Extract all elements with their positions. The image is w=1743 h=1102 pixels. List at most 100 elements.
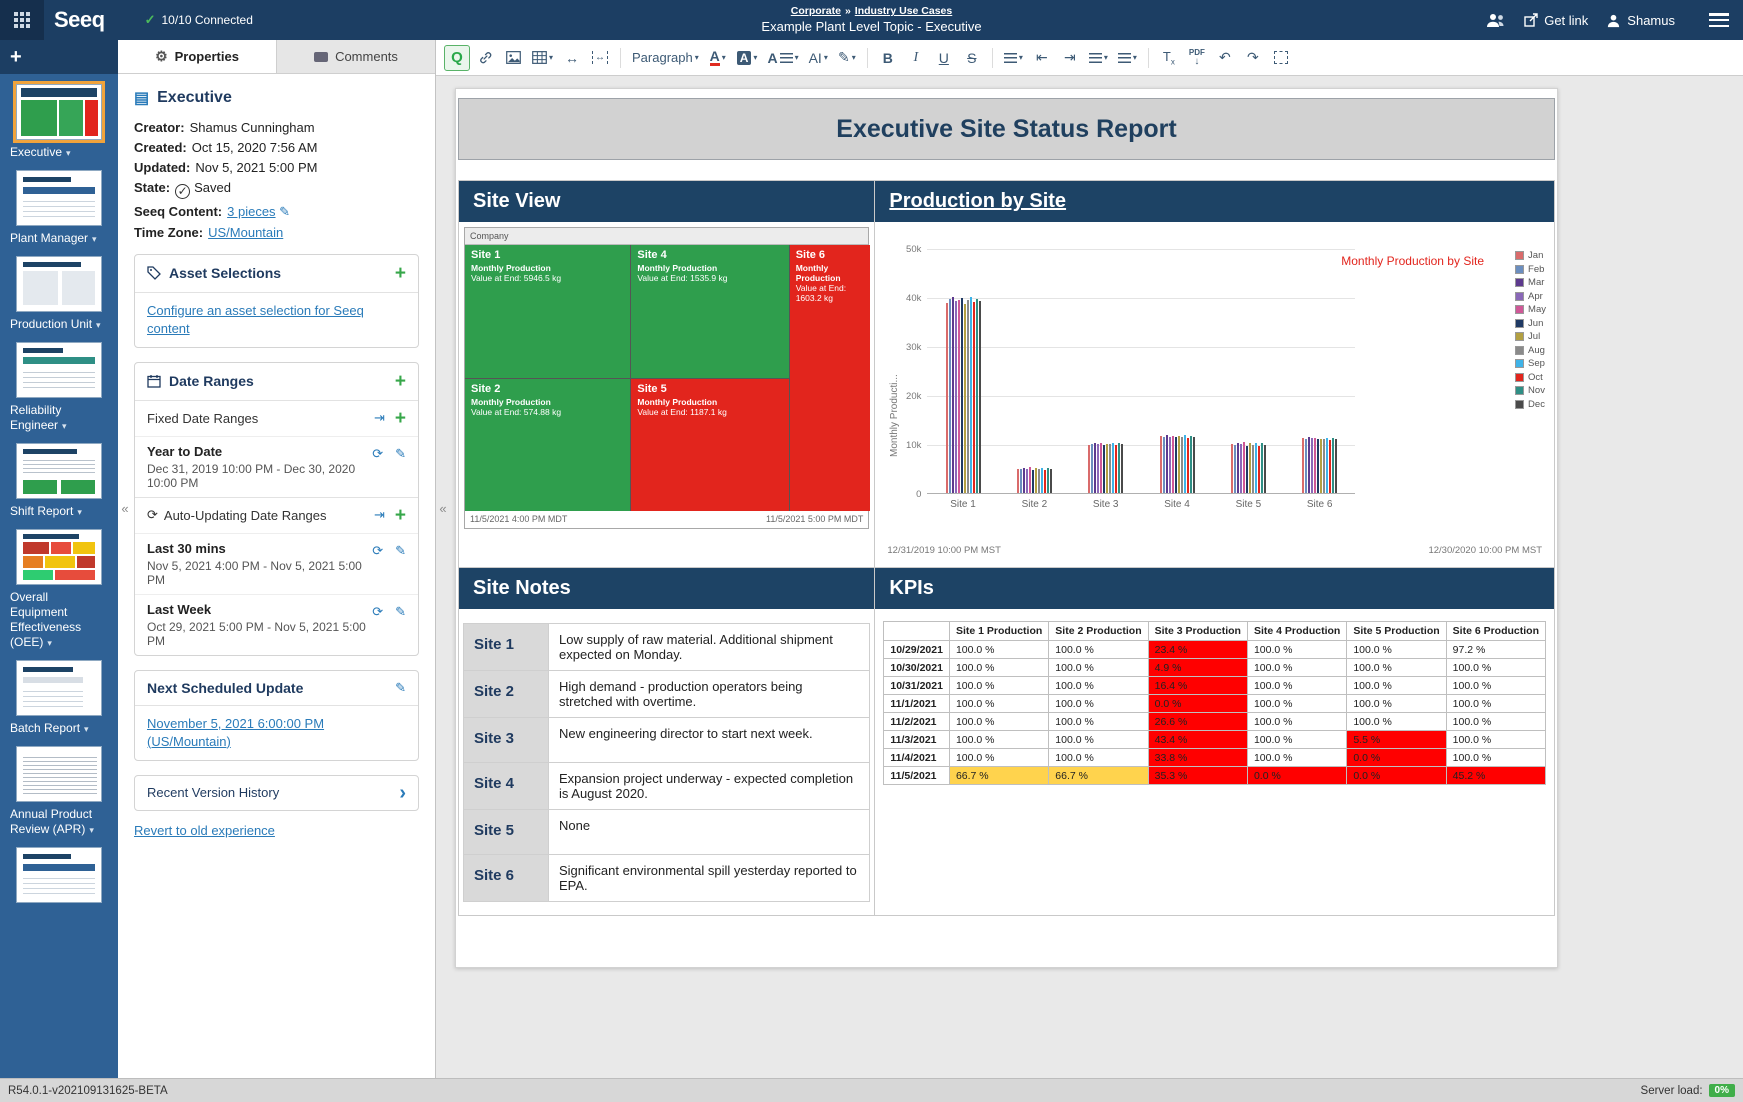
chart-bar[interactable] [1190, 436, 1192, 493]
kpi-value-cell[interactable]: 33.8 % [1148, 749, 1247, 767]
edit-icon[interactable]: ✎ [395, 604, 406, 620]
kpi-value-cell[interactable]: 100.0 % [1247, 695, 1346, 713]
chart-bar[interactable] [1323, 439, 1325, 493]
chart-bar[interactable] [1175, 437, 1177, 493]
hamburger-menu-icon[interactable] [1709, 13, 1729, 27]
kpi-value-cell[interactable]: 100.0 % [1049, 749, 1148, 767]
legend-item[interactable]: Aug [1515, 345, 1546, 356]
kpi-value-cell[interactable]: 100.0 % [1247, 677, 1346, 695]
numbered-list-dropdown[interactable]: ▾ [1085, 45, 1112, 71]
font-color-dropdown[interactable]: A▾ [705, 45, 731, 71]
indent-button[interactable]: ⇥ [1057, 45, 1083, 71]
chart-bar[interactable] [1240, 444, 1242, 493]
chart-bar[interactable] [1029, 467, 1031, 493]
chart-bar[interactable] [1237, 443, 1239, 494]
step-to-end-icon[interactable]: ⇥ [374, 410, 385, 426]
chart-bar[interactable] [1038, 469, 1040, 493]
kpi-value-cell[interactable]: 100.0 % [1446, 659, 1545, 677]
apps-grid-button[interactable] [0, 0, 44, 40]
chart-bar[interactable] [1305, 439, 1307, 493]
legend-item[interactable]: Jan [1515, 250, 1546, 261]
chart-bar[interactable] [1026, 469, 1028, 493]
version-history-button[interactable]: Recent Version History › [134, 775, 419, 811]
chart-bar[interactable] [1035, 468, 1037, 493]
chart-bar[interactable] [1020, 469, 1022, 494]
chart-bar[interactable] [1121, 444, 1123, 493]
chart-bar[interactable] [1169, 437, 1171, 493]
add-auto-date-range-button[interactable]: + [395, 506, 406, 525]
sidebar-item-executive[interactable]: Executive▾ [8, 84, 110, 160]
chart-bar[interactable] [1326, 438, 1328, 493]
sidebar-item-batch-report[interactable]: Batch Report▾ [8, 660, 110, 736]
annotate-dropdown[interactable]: ✎▾ [834, 45, 860, 71]
configure-asset-selection-link[interactable]: Configure an asset selection for Seeq co… [147, 303, 364, 336]
bold-button[interactable]: B [875, 45, 901, 71]
kpi-value-cell[interactable]: 100.0 % [949, 713, 1048, 731]
kpi-value-cell[interactable]: 43.4 % [1148, 731, 1247, 749]
edit-icon[interactable]: ✎ [395, 543, 406, 559]
report-page[interactable]: Executive Site Status Report Site View C… [455, 88, 1558, 968]
document-scroll-area[interactable]: Executive Site Status Report Site View C… [436, 76, 1743, 1078]
seeq-content-link[interactable]: 3 pieces [227, 204, 275, 219]
chart-bar[interactable] [1184, 435, 1186, 493]
legend-item[interactable]: Apr [1515, 291, 1546, 302]
tab-comments[interactable]: Comments [277, 40, 435, 73]
kpi-value-cell[interactable]: 100.0 % [1446, 695, 1545, 713]
kpi-value-cell[interactable]: 66.7 % [949, 767, 1048, 785]
kpi-value-cell[interactable]: 100.0 % [1247, 749, 1346, 767]
chart-bar[interactable] [1103, 445, 1105, 493]
kpi-value-cell[interactable]: 66.7 % [1049, 767, 1148, 785]
kpi-value-cell[interactable]: 100.0 % [1049, 731, 1148, 749]
kpi-value-cell[interactable]: 100.0 % [1049, 713, 1148, 731]
add-asset-selection-button[interactable]: + [395, 264, 406, 283]
production-chart[interactable]: Monthly Production by Site Monthly Produ… [875, 222, 1554, 562]
chart-bar[interactable] [1258, 446, 1260, 494]
legend-item[interactable]: Jun [1515, 318, 1546, 329]
refresh-icon[interactable]: ⟳ [372, 446, 383, 462]
legend-item[interactable]: Jul [1515, 331, 1546, 342]
chart-bar[interactable] [1335, 439, 1337, 493]
kpi-value-cell[interactable]: 4.9 % [1148, 659, 1247, 677]
add-document-button[interactable]: + [10, 47, 22, 67]
chart-bar[interactable] [1314, 438, 1316, 493]
chart-bar[interactable] [1311, 438, 1313, 493]
chart-bar[interactable] [1023, 468, 1025, 493]
chart-bar[interactable] [1320, 439, 1322, 493]
collapse-properties-handle[interactable]: « [437, 495, 449, 521]
chart-bar[interactable] [1041, 468, 1043, 493]
clear-formatting-button[interactable]: Tx [1156, 45, 1182, 71]
italic-button[interactable]: I [903, 45, 929, 71]
revert-old-experience-link[interactable]: Revert to old experience [134, 823, 275, 838]
chart-bar[interactable] [1109, 444, 1111, 494]
chart-bar[interactable] [1050, 469, 1052, 493]
site-treemap[interactable]: Company Site 1Monthly ProductionValue at… [464, 227, 869, 529]
treemap-tile-site-2[interactable]: Site 2Monthly ProductionValue at End: 57… [465, 379, 630, 512]
sidebar-item-reliability-engineer[interactable]: Reliability Engineer▾ [8, 342, 110, 433]
legend-item[interactable]: Nov [1515, 385, 1546, 396]
pdf-export-button[interactable]: PDF↓ [1184, 45, 1210, 71]
kpi-value-cell[interactable]: 100.0 % [1049, 659, 1148, 677]
edit-icon[interactable]: ✎ [395, 680, 406, 696]
kpi-value-cell[interactable]: 100.0 % [1347, 641, 1446, 659]
refresh-icon[interactable]: ⟳ [372, 543, 383, 559]
text-size-dropdown[interactable]: A▾ [763, 45, 802, 71]
sidebar-item-overall-equipment-effectiveness-oee[interactable]: Overall Equipment Effectiveness (OEE)▾ [8, 529, 110, 650]
sidebar-item-plant-manager[interactable]: Plant Manager▾ [8, 170, 110, 246]
server-load-badge[interactable]: 0% [1709, 1084, 1735, 1097]
chart-bar[interactable] [1187, 438, 1189, 493]
chart-bar[interactable] [1097, 444, 1099, 493]
page-width-button[interactable]: ↔ [587, 45, 613, 71]
chart-bar[interactable] [1246, 446, 1248, 493]
kpi-value-cell[interactable]: 100.0 % [949, 659, 1048, 677]
kpi-value-cell[interactable]: 100.0 % [1247, 731, 1346, 749]
sidebar-item-annual-product-review-apr[interactable]: Annual Product Review (APR)▾ [8, 746, 110, 837]
legend-item[interactable]: Oct [1515, 372, 1546, 383]
chart-bar[interactable] [1017, 469, 1019, 493]
kpi-value-cell[interactable]: 100.0 % [1247, 659, 1346, 677]
chart-bar[interactable] [1106, 444, 1108, 493]
kpi-value-cell[interactable]: 100.0 % [949, 677, 1048, 695]
kpi-value-cell[interactable]: 100.0 % [949, 749, 1048, 767]
chart-bar[interactable] [1032, 470, 1034, 493]
connection-status[interactable]: ✓ 10/10 Connected [145, 12, 253, 28]
kpi-value-cell[interactable]: 100.0 % [1247, 713, 1346, 731]
